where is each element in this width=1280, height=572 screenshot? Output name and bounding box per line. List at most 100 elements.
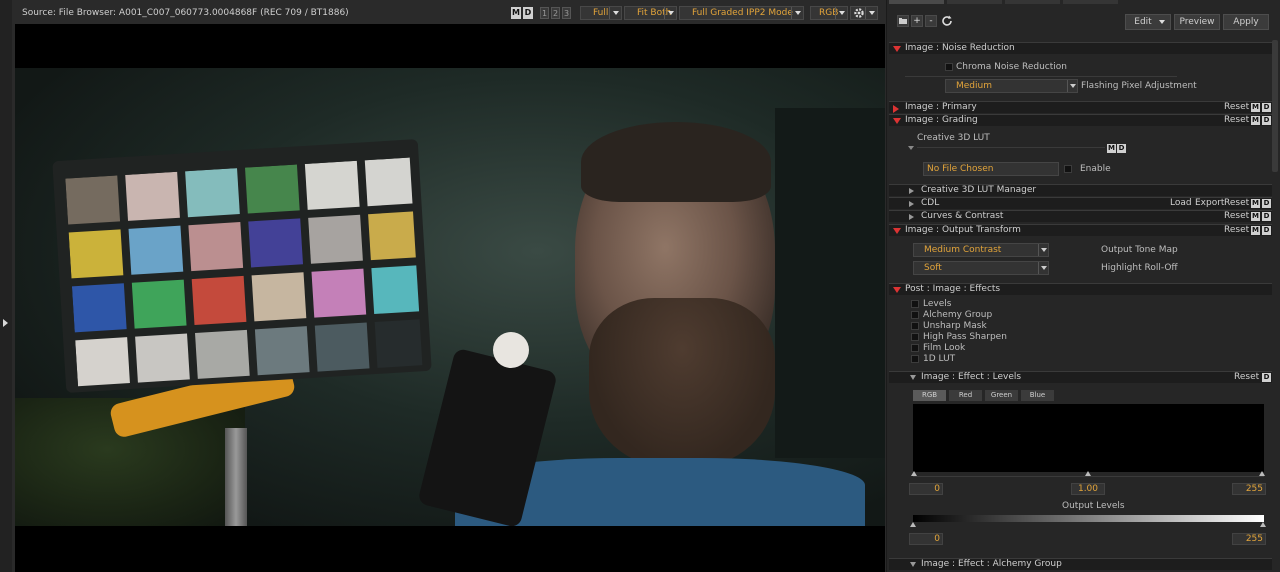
view-mode-value: Full Graded IPP2 Mode (692, 8, 793, 18)
zoom-dropdown[interactable]: Full (580, 6, 622, 20)
add-button[interactable]: + (911, 15, 923, 27)
viewer-m-button[interactable]: M (511, 7, 521, 19)
edit-label: Edit (1134, 17, 1152, 27)
primary-header[interactable]: Image : Primary Reset M D (889, 101, 1272, 113)
chevron-down-icon (791, 7, 803, 19)
tab-image[interactable] (889, 0, 944, 4)
preview-button[interactable]: Preview (1174, 14, 1220, 30)
right-settings-panel: + - Edit Preview Apply Image : Noise Red… (887, 0, 1280, 572)
collapsed-arrow-icon (909, 214, 914, 220)
cdl-export-button[interactable]: Export (1195, 198, 1224, 209)
levels-tab-green[interactable]: Green (985, 390, 1018, 401)
cdl-m-button[interactable]: M (1251, 199, 1260, 208)
lut-enable-label: Enable (1080, 164, 1111, 174)
grading-header[interactable]: Image : Grading Reset M D (889, 114, 1272, 126)
lut-manager-header[interactable]: Creative 3D LUT Manager (889, 184, 1272, 196)
fit-dropdown[interactable]: Fit Both (624, 6, 677, 20)
flashing-pixel-dropdown[interactable]: Medium (945, 79, 1078, 93)
effect-highpass-checkbox[interactable] (911, 333, 919, 341)
chevron-down-icon (1038, 262, 1048, 274)
effects-header[interactable]: Post : Image : Effects (889, 283, 1272, 295)
expanded-arrow-icon (910, 375, 916, 380)
output-transform-m-button[interactable]: M (1251, 226, 1260, 235)
lut-divider (917, 147, 1105, 148)
refresh-button[interactable] (940, 14, 954, 28)
folder-button[interactable] (897, 15, 909, 27)
primary-reset-button[interactable]: Reset (1224, 102, 1249, 113)
lut-m-button[interactable]: M (1107, 144, 1116, 153)
cdl-load-button[interactable]: Load (1170, 198, 1192, 209)
levels-tab-red[interactable]: Red (949, 390, 982, 401)
view-2-button[interactable]: 2 (551, 7, 560, 19)
effect-filmlook-checkbox[interactable] (911, 344, 919, 352)
cdl-reset-button[interactable]: Reset (1224, 198, 1249, 209)
cdl-header[interactable]: CDL Load Export Reset M D (889, 197, 1272, 209)
expand-left-panel-icon[interactable] (3, 319, 8, 327)
output-white-handle[interactable] (1260, 522, 1266, 527)
effect-filmlook-label: Film Look (923, 343, 966, 353)
view-1-button[interactable]: 1 (540, 7, 549, 19)
input-black-field[interactable]: 0 (909, 483, 943, 495)
effect-alchemy-checkbox[interactable] (911, 311, 919, 319)
channel-dropdown[interactable]: RGB (810, 6, 848, 20)
effect-unsharp-checkbox[interactable] (911, 322, 919, 330)
tab-framing[interactable] (947, 0, 1002, 4)
levels-d-button[interactable]: D (1262, 373, 1271, 382)
apply-button[interactable]: Apply (1223, 14, 1269, 30)
rolloff-dropdown[interactable]: Soft (913, 261, 1049, 275)
chroma-noise-checkbox[interactable] (945, 63, 953, 71)
levels-histogram[interactable] (913, 404, 1264, 472)
input-gamma-field[interactable]: 1.00 (1071, 483, 1105, 495)
lut-d-button[interactable]: D (1117, 144, 1126, 153)
output-transform-reset-button[interactable]: Reset (1224, 225, 1249, 236)
lut-file-field[interactable]: No File Chosen (923, 162, 1059, 176)
lut-expand-icon[interactable] (908, 146, 914, 150)
levels-tab-rgb[interactable]: RGB (913, 390, 946, 401)
color-checker-chart (52, 139, 432, 393)
view-mode-dropdown[interactable]: Full Graded IPP2 Mode (679, 6, 804, 20)
input-white-field[interactable]: 255 (1232, 483, 1266, 495)
curves-reset-button[interactable]: Reset (1224, 211, 1249, 222)
expanded-arrow-icon (893, 46, 901, 52)
output-transform-header[interactable]: Image : Output Transform Reset M D (889, 224, 1272, 236)
creative-lut-label: Creative 3D LUT (917, 133, 990, 143)
output-transform-title: Image : Output Transform (905, 225, 1021, 235)
grading-d-button[interactable]: D (1262, 116, 1271, 125)
effect-levels-checkbox[interactable] (911, 300, 919, 308)
lut-enable-checkbox[interactable] (1064, 165, 1072, 173)
cdl-d-button[interactable]: D (1262, 199, 1271, 208)
levels-header[interactable]: Image : Effect : Levels Reset D (889, 371, 1272, 383)
viewer-settings-button[interactable] (850, 6, 878, 20)
grading-reset-button[interactable]: Reset (1224, 115, 1249, 126)
left-panel-rail[interactable] (0, 0, 12, 572)
tab-etc[interactable] (1063, 0, 1118, 4)
output-transform-d-button[interactable]: D (1262, 226, 1271, 235)
noise-reduction-header[interactable]: Image : Noise Reduction (889, 42, 1272, 54)
alchemy-header[interactable]: Image : Effect : Alchemy Group (889, 558, 1272, 570)
output-black-field[interactable]: 0 (909, 533, 943, 545)
tone-map-value: Medium Contrast (924, 245, 1002, 255)
effect-1dlut-checkbox[interactable] (911, 355, 919, 363)
tab-metadata[interactable] (1005, 0, 1060, 4)
output-white-field[interactable]: 255 (1232, 533, 1266, 545)
remove-button[interactable]: - (925, 15, 937, 27)
output-black-handle[interactable] (910, 522, 916, 527)
levels-tab-blue[interactable]: Blue (1021, 390, 1054, 401)
grading-m-button[interactable]: M (1251, 116, 1260, 125)
curves-m-button[interactable]: M (1251, 212, 1260, 221)
panel-scrollbar[interactable] (1272, 40, 1278, 172)
tone-map-dropdown[interactable]: Medium Contrast (913, 243, 1049, 257)
primary-d-button[interactable]: D (1262, 103, 1271, 112)
grading-title: Image : Grading (905, 115, 978, 125)
curves-d-button[interactable]: D (1262, 212, 1271, 221)
curves-header[interactable]: Curves & Contrast Reset M D (889, 210, 1272, 222)
rolloff-value: Soft (924, 263, 942, 273)
edit-dropdown[interactable]: Edit (1125, 14, 1171, 30)
expanded-arrow-icon (893, 228, 901, 234)
view-3-button[interactable]: 3 (562, 7, 571, 19)
effect-levels-label: Levels (923, 299, 952, 309)
levels-reset-button[interactable]: Reset (1234, 372, 1259, 383)
viewer-d-button[interactable]: D (523, 7, 533, 19)
divider (905, 76, 1177, 77)
primary-m-button[interactable]: M (1251, 103, 1260, 112)
